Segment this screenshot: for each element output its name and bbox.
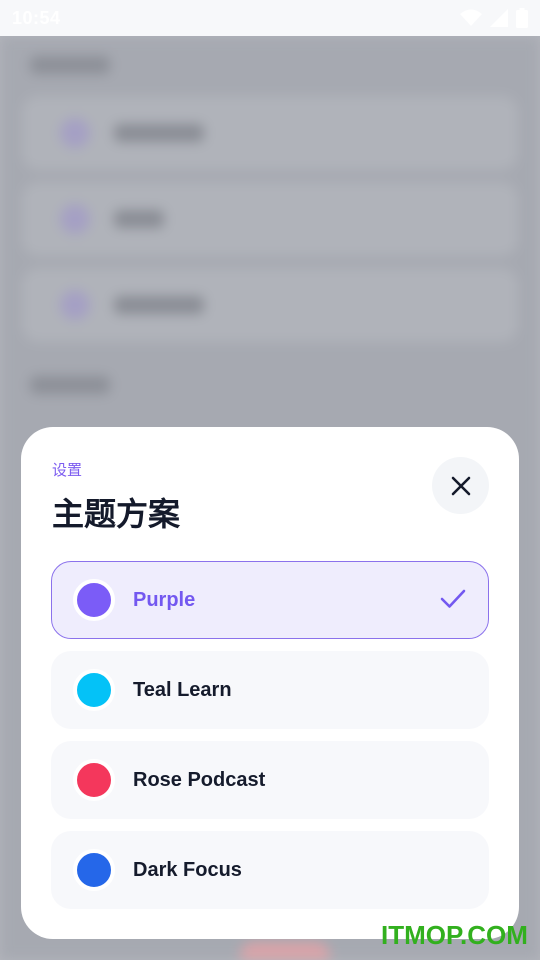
- background-card: [22, 182, 518, 256]
- status-time: 10:54: [12, 7, 61, 28]
- close-button[interactable]: [432, 457, 489, 514]
- theme-label: Rose Podcast: [133, 768, 266, 791]
- theme-option-teal-learn[interactable]: Teal Learn: [51, 651, 489, 729]
- background-heading: [30, 376, 110, 394]
- theme-label: Dark Focus: [133, 858, 242, 881]
- theme-sheet: 设置 主题方案 Purple Teal Learn Rose Podcast D…: [21, 427, 519, 939]
- wifi-icon: [460, 9, 482, 26]
- status-icons: [460, 8, 528, 28]
- cellular-signal-icon: [490, 9, 508, 27]
- background-button: [240, 942, 330, 960]
- background-card: [22, 96, 518, 170]
- color-swatch: [73, 759, 115, 801]
- theme-label: Purple: [133, 588, 196, 611]
- background-heading: [30, 56, 110, 74]
- color-swatch: [73, 849, 115, 891]
- color-swatch: [73, 669, 115, 711]
- sheet-title: 主题方案: [52, 495, 181, 533]
- theme-option-rose-podcast[interactable]: Rose Podcast: [51, 741, 489, 819]
- theme-option-purple[interactable]: Purple: [51, 561, 489, 639]
- color-swatch: [73, 579, 115, 621]
- watermark-text: ITMOP.COM: [381, 920, 528, 950]
- sheet-eyebrow: 设置: [52, 461, 83, 479]
- background-card: [22, 268, 518, 342]
- theme-option-dark-focus[interactable]: Dark Focus: [51, 831, 489, 909]
- close-icon: [451, 476, 470, 495]
- check-icon: [440, 589, 466, 608]
- battery-icon: [516, 8, 528, 28]
- status-bar: 10:54: [0, 0, 540, 36]
- theme-label: Teal Learn: [133, 678, 232, 701]
